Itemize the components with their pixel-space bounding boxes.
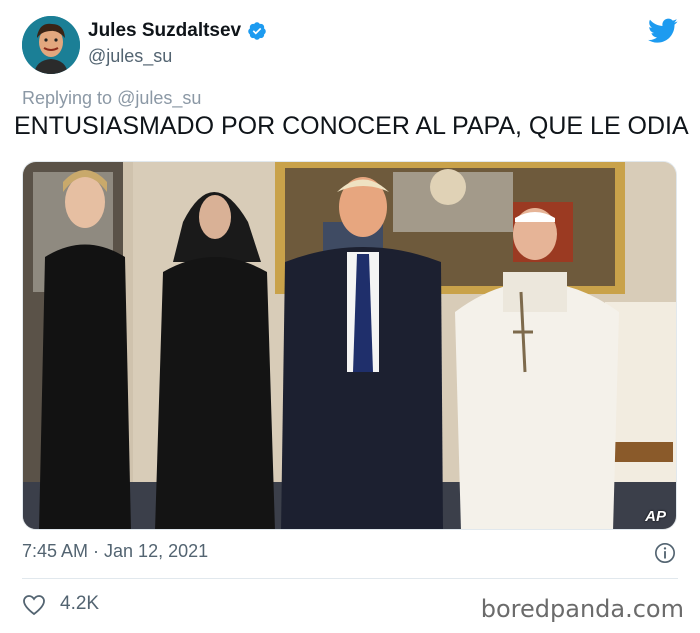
watermark: boredpanda.com [480, 595, 684, 623]
reply-context: Replying to @jules_su [22, 88, 201, 109]
info-icon[interactable] [654, 542, 676, 564]
tweet-timestamp[interactable]: 7:45 AM · Jan 12, 2021 [22, 541, 208, 562]
reply-handle-link[interactable]: @jules_su [117, 88, 201, 108]
tweet-text: ENTUSIASMADO POR CONOCER AL PAPA, QUE LE… [14, 112, 689, 140]
tweet-card: Jules Suzdaltsev @jules_su Replying to @… [0, 0, 700, 633]
avatar[interactable] [22, 16, 80, 74]
heart-icon[interactable] [22, 594, 46, 616]
photo-credit: AP [645, 508, 666, 525]
author-name-row[interactable]: Jules Suzdaltsev [88, 20, 267, 42]
reply-prefix: Replying to [22, 88, 113, 108]
verified-badge-icon [248, 22, 266, 40]
divider [22, 578, 678, 579]
author-handle[interactable]: @jules_su [88, 46, 172, 67]
like-count: 4.2K [60, 593, 100, 614]
tweet-photo[interactable]: AP [22, 161, 677, 530]
author-display-name[interactable]: Jules Suzdaltsev [88, 20, 241, 42]
twitter-bird-icon[interactable] [648, 18, 678, 44]
